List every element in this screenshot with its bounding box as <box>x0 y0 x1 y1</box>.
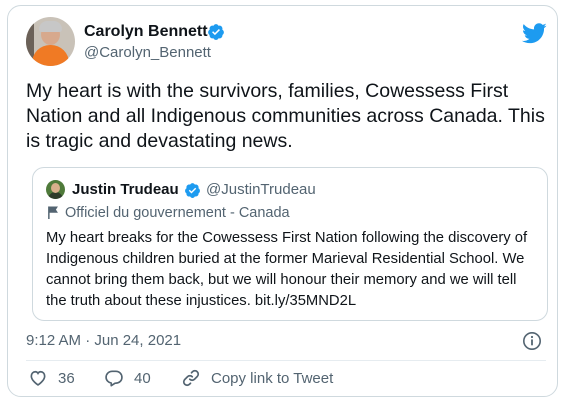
copy-link-label: Copy link to Tweet <box>211 369 334 387</box>
flag-icon <box>48 206 58 219</box>
quoted-author-handle: @JustinTrudeau <box>206 181 316 198</box>
author-avatar[interactable] <box>26 17 75 66</box>
reply-icon <box>105 370 123 387</box>
heart-icon <box>30 370 46 386</box>
like-button[interactable]: 36 <box>28 365 75 391</box>
tweet-card: Carolyn Bennett @Carolyn_Bennett My hear… <box>7 5 558 397</box>
link-icon <box>182 369 200 387</box>
tweet-timestamp[interactable]: 9:12 AM · Jun 24, 2021 <box>26 332 181 350</box>
reply-button[interactable]: 40 <box>104 365 151 391</box>
reply-count: 40 <box>134 369 151 387</box>
copy-link-button[interactable]: Copy link to Tweet <box>181 365 333 391</box>
quoted-tweet[interactable]: Justin Trudeau @JustinTrudeau Officiel d… <box>32 167 548 321</box>
tweet-text: My heart is with the survivors, families… <box>26 80 545 152</box>
verified-badge-icon <box>185 183 200 198</box>
divider <box>26 360 546 361</box>
author-handle[interactable]: @Carolyn_Bennett <box>84 43 211 63</box>
action-bar: 36 40 Copy link to Tweet <box>26 365 546 391</box>
author-name[interactable]: Carolyn Bennett <box>84 22 208 42</box>
twitter-bird-icon[interactable] <box>522 23 547 44</box>
info-icon[interactable] <box>522 331 542 351</box>
quoted-author-name: Justin Trudeau <box>72 181 179 198</box>
verified-badge-icon <box>208 24 224 40</box>
quoted-tweet-text: My heart breaks for the Cowessess First … <box>46 230 528 309</box>
government-label: Officiel du gouvernement - Canada <box>65 205 290 221</box>
quoted-author-avatar <box>46 180 65 199</box>
like-count: 36 <box>58 369 75 387</box>
